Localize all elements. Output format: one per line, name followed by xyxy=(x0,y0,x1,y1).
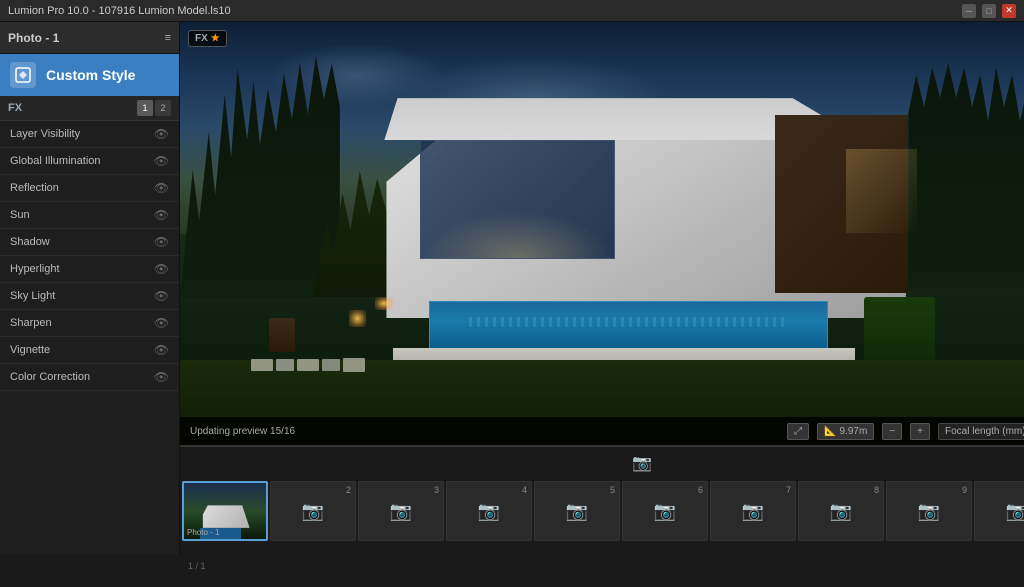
visibility-icon[interactable]: 👁 xyxy=(154,370,169,384)
visibility-icon[interactable]: 👁 xyxy=(154,154,169,168)
visibility-icon[interactable]: 👁 xyxy=(154,208,169,222)
custom-style-banner[interactable]: Custom Style xyxy=(0,54,179,96)
visibility-icon[interactable]: 👁 xyxy=(154,343,169,357)
maximize-button[interactable]: □ xyxy=(982,4,996,18)
filmstrip-area: Photo - 1 2 📷 3 📷 4 📷 5 📷 6 📷 7 📷 8 xyxy=(180,479,1024,559)
arch-scene xyxy=(180,22,1024,445)
fx-tab-1[interactable]: 1 xyxy=(137,100,153,116)
visibility-icon[interactable]: 👁 xyxy=(154,181,169,195)
camera-row: 📷 xyxy=(180,447,1024,479)
fx-item-sharpen[interactable]: Sharpen 👁 xyxy=(0,310,179,337)
thumbnail-1[interactable]: Photo - 1 xyxy=(182,481,268,541)
visibility-icon[interactable]: 👁 xyxy=(154,316,169,330)
focal-length-input[interactable]: Focal length (mm) xyxy=(938,423,1024,440)
distance-minus[interactable]: − xyxy=(882,423,902,440)
left-panel: Photo - 1 ≡ Custom Style FX 1 2 Layer Vi… xyxy=(0,22,180,555)
fx-item-shadow[interactable]: Shadow 👁 xyxy=(0,229,179,256)
bottom-strip: 📷 Photo - 1 2 📷 3 📷 xyxy=(180,445,1024,555)
title-bar: Lumion Pro 10.0 - 107916 Lumion Model.ls… xyxy=(0,0,1024,22)
thumbnail-4[interactable]: 4 📷 xyxy=(446,481,532,541)
fx-item-sun[interactable]: Sun 👁 xyxy=(0,202,179,229)
custom-style-label: Custom Style xyxy=(46,67,135,83)
page-number: 1 / 1 xyxy=(180,559,1024,573)
panel-title: Photo - 1 xyxy=(8,31,59,45)
fx-item-sky-light[interactable]: Sky Light 👁 xyxy=(0,283,179,310)
thumbnail-7[interactable]: 7 📷 xyxy=(710,481,796,541)
thumbnail-9[interactable]: 9 📷 xyxy=(886,481,972,541)
visibility-icon[interactable]: 👁 xyxy=(154,262,169,276)
filmstrip-container: Photo - 1 2 📷 3 📷 4 📷 5 📷 6 📷 7 📷 8 xyxy=(180,479,1024,559)
distance-control[interactable]: 📐 9.97m xyxy=(817,423,874,440)
thumbnail-8[interactable]: 8 📷 xyxy=(798,481,884,541)
visibility-icon[interactable]: 👁 xyxy=(154,235,169,249)
panel-menu-icon[interactable]: ≡ xyxy=(165,32,171,44)
fx-items-list: Layer Visibility 👁 Global Illumination 👁… xyxy=(0,121,179,555)
viewport[interactable]: FX ★ 1 Updating preview 15/16 ⤢ 📐 xyxy=(180,22,1024,445)
thumbnail-3[interactable]: 3 📷 xyxy=(358,481,444,541)
minimize-button[interactable]: ─ xyxy=(962,4,976,18)
fx-tab-2[interactable]: 2 xyxy=(155,100,171,116)
fx-tabs: 1 2 xyxy=(137,100,171,116)
thumbnail-6[interactable]: 6 📷 xyxy=(622,481,708,541)
fx-item-reflection[interactable]: Reflection 👁 xyxy=(0,175,179,202)
window-controls: ─ □ ✕ xyxy=(962,4,1016,18)
update-status: Updating preview 15/16 xyxy=(190,426,295,437)
distance-plus[interactable]: + xyxy=(910,423,930,440)
fx-label: FX xyxy=(8,102,22,114)
viewport-statusbar: Updating preview 15/16 ⤢ 📐 9.97m − xyxy=(180,417,1024,445)
fx-item-global-illumination[interactable]: Global Illumination 👁 xyxy=(0,148,179,175)
title-bar-text: Lumion Pro 10.0 - 107916 Lumion Model.ls… xyxy=(8,5,231,17)
close-button[interactable]: ✕ xyxy=(1002,4,1016,18)
fx-item-hyperlight[interactable]: Hyperlight 👁 xyxy=(0,256,179,283)
fx-item-color-correction[interactable]: Color Correction 👁 xyxy=(0,364,179,391)
fx-item-layer-visibility[interactable]: Layer Visibility 👁 xyxy=(0,121,179,148)
right-area: F11 F8 xyxy=(180,22,1024,555)
fx-badge[interactable]: FX ★ xyxy=(188,30,227,47)
bottom-controls: ⤢ 📐 9.97m − + Focal lengt xyxy=(787,423,1024,440)
add-photo-button[interactable]: 📷 xyxy=(627,451,657,475)
visibility-icon[interactable]: 👁 xyxy=(154,127,169,141)
main-layout: Photo - 1 ≡ Custom Style FX 1 2 Layer Vi… xyxy=(0,22,1024,555)
fx-item-vignette[interactable]: Vignette 👁 xyxy=(0,337,179,364)
style-icon xyxy=(10,62,36,88)
thumbnail-10[interactable]: 10 📷 xyxy=(974,481,1024,541)
thumbnail-2[interactable]: 2 📷 xyxy=(270,481,356,541)
move-control[interactable]: ⤢ xyxy=(787,423,809,440)
viewport-wrapper: F11 F8 xyxy=(180,22,1024,445)
fx-section: FX 1 2 xyxy=(0,96,179,121)
thumbnail-5[interactable]: 5 📷 xyxy=(534,481,620,541)
panel-header: Photo - 1 ≡ xyxy=(0,22,179,54)
visibility-icon[interactable]: 👁 xyxy=(154,289,169,303)
